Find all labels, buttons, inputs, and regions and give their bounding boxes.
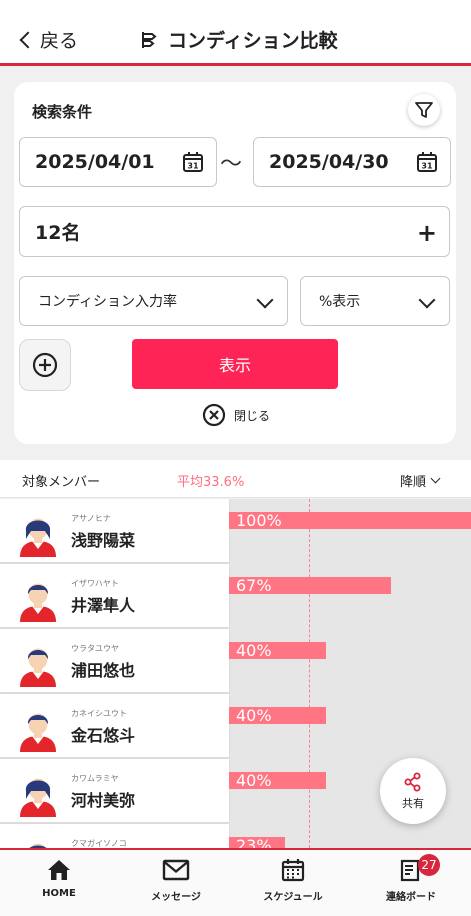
share-icon bbox=[404, 772, 421, 791]
close-search-button[interactable]: 閉じる bbox=[202, 403, 270, 427]
tab-schedule-label: スケジュール bbox=[263, 892, 323, 903]
plus-icon[interactable]: + bbox=[417, 219, 437, 247]
add-condition-button[interactable] bbox=[19, 339, 71, 391]
member-kana: カワムラミヤ bbox=[71, 774, 119, 783]
back-label: 戻る bbox=[40, 30, 79, 52]
member-kana: アサノヒナ bbox=[71, 514, 111, 523]
member-name: 金石悠斗 bbox=[71, 726, 136, 745]
home-icon bbox=[48, 860, 70, 880]
filter-icon bbox=[415, 102, 433, 118]
member-name: 浦田悠也 bbox=[71, 661, 136, 680]
member-row[interactable]: カワムラミヤ河村美弥 bbox=[0, 759, 229, 823]
share-button[interactable]: 共有 bbox=[380, 758, 446, 824]
date-to-field[interactable]: 2025/04/30 31 bbox=[253, 137, 451, 187]
compare-icon bbox=[142, 31, 157, 48]
chevron-left-icon bbox=[19, 31, 37, 48]
bar-value-label: 100% bbox=[236, 511, 282, 530]
svg-text:31: 31 bbox=[187, 162, 199, 171]
svg-text:31: 31 bbox=[421, 162, 433, 171]
display-mode-value: %表示 bbox=[319, 294, 361, 310]
chevron-down-icon bbox=[430, 473, 441, 484]
tab-home[interactable]: HOME bbox=[4, 858, 114, 899]
display-mode-select[interactable]: %表示 bbox=[300, 276, 450, 326]
date-to-value: 2025/04/30 bbox=[269, 151, 389, 173]
tab-board-label: 連絡ボード bbox=[386, 892, 436, 903]
member-row[interactable]: クマガイソノコ bbox=[0, 824, 229, 848]
member-name: 浅野陽菜 bbox=[71, 531, 136, 550]
member-row[interactable]: アサノヒナ 浅野陽菜 bbox=[0, 499, 229, 563]
member-name: 河村美弥 bbox=[71, 791, 136, 810]
tab-home-label: HOME bbox=[42, 888, 76, 899]
bar-value-label: 23% bbox=[236, 836, 272, 848]
target-members-label: 対象メンバー bbox=[22, 475, 101, 490]
calendar-icon: 31 bbox=[417, 152, 437, 172]
member-kana: カネイシユウト bbox=[71, 709, 127, 718]
page-title-wrap: コンディション比較 bbox=[140, 26, 338, 53]
close-label: 閉じる bbox=[234, 408, 271, 423]
share-label: 共有 bbox=[402, 796, 424, 810]
members-field[interactable]: 12名 + bbox=[19, 206, 450, 257]
average-value: 平均33.6% bbox=[177, 475, 245, 490]
notification-badge: 27 bbox=[418, 854, 440, 876]
metric-select[interactable]: コンディション入力率 bbox=[19, 276, 288, 326]
member-kana: クマガイソノコ bbox=[71, 839, 127, 848]
sort-toggle[interactable]: 降順 bbox=[400, 471, 441, 490]
page-title: コンディション比較 bbox=[168, 30, 338, 52]
search-conditions-card: 検索条件 2025/04/01 31 〜 2025/04/30 31 12名 +… bbox=[14, 82, 456, 444]
search-conditions-title: 検索条件 bbox=[32, 103, 93, 121]
avatar bbox=[16, 769, 60, 817]
bar-value-label: 67% bbox=[236, 576, 272, 595]
metric-select-value: コンディション入力率 bbox=[38, 294, 178, 310]
app-header: 戻る コンディション比較 bbox=[0, 0, 471, 66]
back-button[interactable]: 戻る bbox=[18, 26, 78, 53]
bar-value-label: 40% bbox=[236, 706, 272, 725]
filter-button[interactable] bbox=[408, 94, 440, 126]
plus-circle-icon bbox=[32, 352, 58, 378]
tab-message[interactable]: メッセージ bbox=[121, 858, 231, 903]
list-header: 対象メンバー 平均33.6% 降順 bbox=[0, 460, 471, 498]
member-row[interactable]: カネイシユウト金石悠斗 bbox=[0, 694, 229, 758]
avatar bbox=[16, 639, 60, 687]
date-from-value: 2025/04/01 bbox=[35, 151, 155, 173]
chevron-down-icon bbox=[256, 291, 274, 309]
members-count: 12名 bbox=[35, 222, 81, 244]
avatar bbox=[16, 574, 60, 622]
bar-value-label: 40% bbox=[236, 641, 272, 660]
close-circle-icon bbox=[202, 403, 226, 427]
member-kana: ウラタユウヤ bbox=[71, 644, 119, 653]
tab-board[interactable]: 27 連絡ボード bbox=[356, 854, 466, 903]
avatar bbox=[16, 834, 60, 848]
tab-schedule[interactable]: スケジュール bbox=[238, 858, 348, 903]
average-line bbox=[309, 499, 310, 848]
date-separator: 〜 bbox=[220, 152, 243, 177]
date-from-field[interactable]: 2025/04/01 31 bbox=[19, 137, 217, 187]
avatar bbox=[16, 704, 60, 752]
member-name: 井澤隼人 bbox=[71, 596, 136, 615]
member-row[interactable]: イザワハヤト井澤隼人 bbox=[0, 564, 229, 628]
bar-value-label: 40% bbox=[236, 771, 272, 790]
show-button[interactable]: 表示 bbox=[132, 339, 338, 389]
bottom-tab-bar: HOME メッセージ スケジュール 27 連絡ボード bbox=[0, 848, 471, 916]
chevron-down-icon bbox=[418, 291, 436, 309]
calendar-icon: 31 bbox=[183, 152, 203, 172]
member-row[interactable]: ウラタユウヤ浦田悠也 bbox=[0, 629, 229, 693]
sort-label: 降順 bbox=[400, 475, 427, 490]
mail-icon bbox=[162, 859, 190, 881]
avatar bbox=[16, 509, 60, 557]
member-kana: イザワハヤト bbox=[71, 579, 119, 588]
calendar-icon bbox=[281, 859, 305, 882]
tab-message-label: メッセージ bbox=[151, 892, 201, 903]
